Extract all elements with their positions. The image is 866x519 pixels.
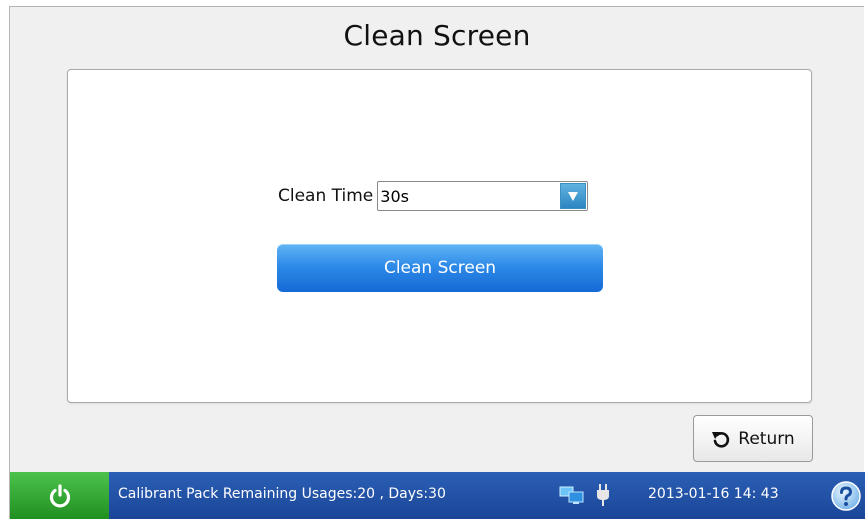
status-bar: Calibrant Pack Remaining Usages:20 , Day… xyxy=(10,472,865,519)
app-window: Clean Screen Clean Time 30s Clean Screen… xyxy=(9,6,865,519)
power-button[interactable] xyxy=(10,472,109,519)
return-button[interactable]: Return xyxy=(693,415,813,462)
return-label: Return xyxy=(738,428,795,449)
clean-screen-button[interactable]: Clean Screen xyxy=(277,244,603,292)
clean-time-label: Clean Time xyxy=(278,186,374,206)
clean-time-select[interactable]: 30s xyxy=(377,181,589,211)
dropdown-arrow-icon[interactable] xyxy=(560,183,587,209)
page-title: Clean Screen xyxy=(343,19,531,52)
content-panel: Clean Time 30s Clean Screen xyxy=(67,69,812,403)
return-icon xyxy=(712,431,730,448)
help-icon[interactable] xyxy=(830,480,862,512)
power-icon xyxy=(49,484,70,508)
datetime-display: 2013-01-16 14: 43 xyxy=(648,486,779,502)
plug-icon xyxy=(597,484,609,506)
clean-time-row: Clean Time 30s xyxy=(278,180,589,212)
clean-time-value: 30s xyxy=(380,187,409,206)
calibrant-status-text: Calibrant Pack Remaining Usages:20 , Day… xyxy=(118,486,446,502)
network-icon xyxy=(559,486,584,504)
